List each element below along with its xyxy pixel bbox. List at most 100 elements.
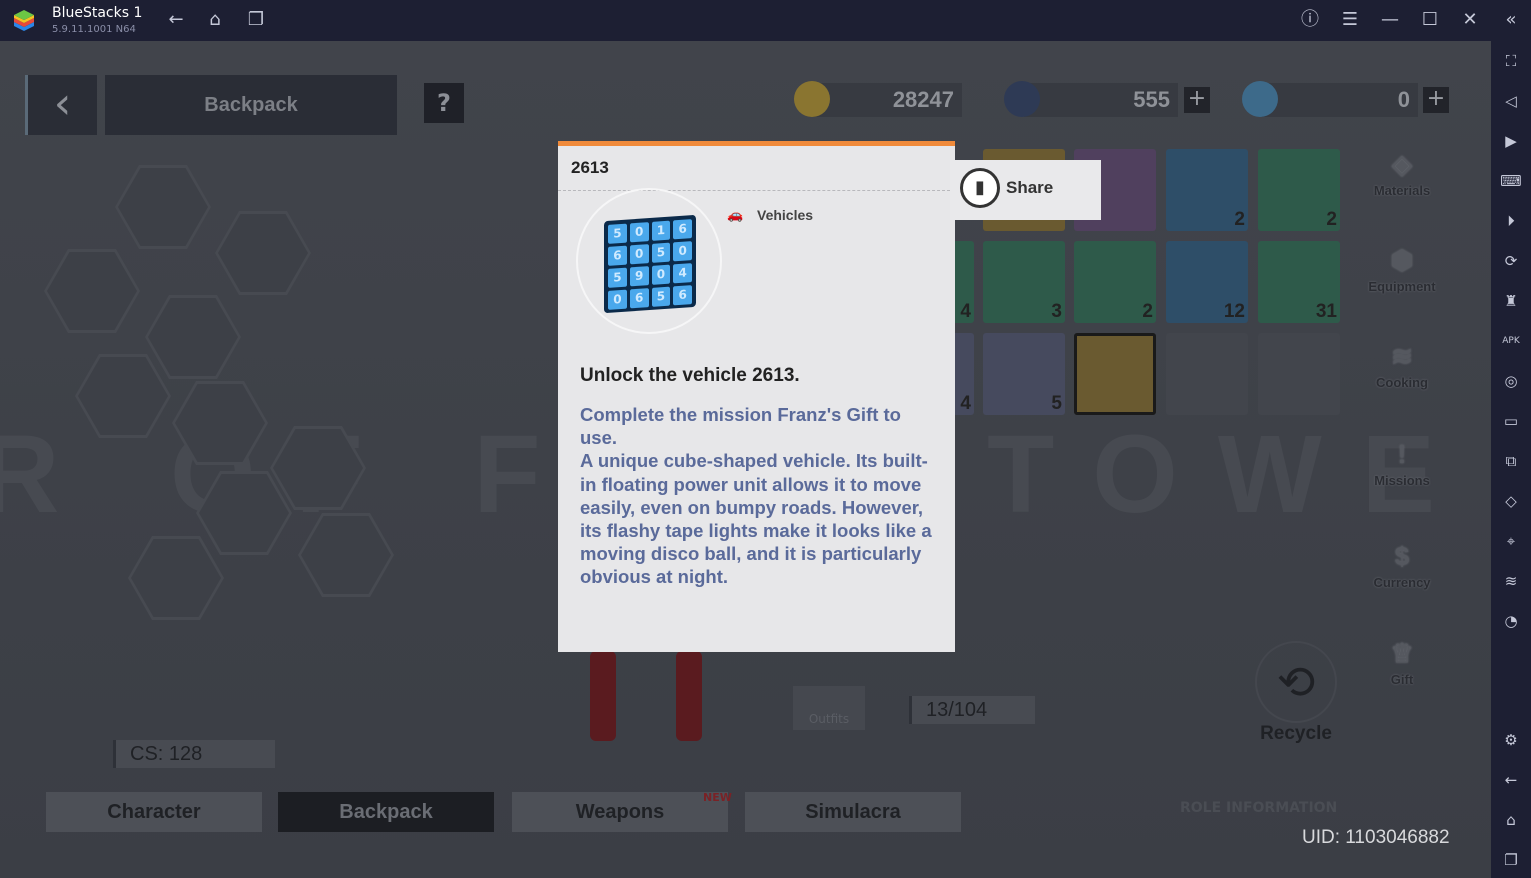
inventory-slot-empty (1258, 333, 1340, 415)
inventory-item[interactable]: 2 (1258, 149, 1340, 231)
hex-slot[interactable] (215, 211, 311, 295)
layers-icon[interactable]: ≋ (1499, 569, 1523, 593)
minimize-icon[interactable]: — (1378, 8, 1402, 32)
recycle-icon: ⟲ (1255, 641, 1337, 723)
back-arrow-icon[interactable]: ← (164, 8, 188, 32)
home-icon[interactable]: ⌂ (203, 8, 227, 32)
menu-materials[interactable]: ◈ Materials (1360, 149, 1444, 198)
cube-digit: 1 (651, 220, 671, 241)
add-crystals-button[interactable]: + (1423, 87, 1449, 113)
cube-digit: 6 (629, 288, 649, 309)
cube-digit: 9 (629, 266, 649, 287)
gamepad-icon[interactable]: ♜ (1499, 289, 1523, 313)
new-badge: NEW (703, 791, 732, 804)
cube-digit: 5 (608, 223, 627, 244)
outfits-button[interactable]: Outfits (793, 686, 865, 730)
back-icon[interactable]: ← (1499, 768, 1523, 792)
macro-icon[interactable]: ⏵ (1499, 209, 1523, 233)
collapse-sidebar-icon[interactable]: « (1499, 8, 1523, 32)
inventory-item[interactable]: 2 (1166, 149, 1248, 231)
dark-crystal-icon (1004, 81, 1040, 117)
multi-window-icon[interactable]: ⧉ (1499, 449, 1523, 473)
item-category: Vehicles (757, 207, 814, 223)
cube-digit: 0 (629, 244, 649, 265)
item-description: Complete the mission Franz's Gift to use… (580, 404, 932, 588)
folder-icon[interactable]: ▭ (1499, 409, 1523, 433)
share-button[interactable]: ▮ Share (950, 160, 1101, 220)
gem-count: 555 (1024, 83, 1178, 117)
multi-instance-icon[interactable]: ❐ (244, 8, 268, 32)
close-icon[interactable]: ✕ (1458, 8, 1482, 32)
fullscreen-icon[interactable]: ⛶ (1499, 49, 1523, 73)
cube-digit: 6 (673, 219, 692, 240)
back-button[interactable]: ‹ (25, 75, 97, 135)
inventory-item-selected[interactable] (1074, 333, 1156, 415)
item-headline: Unlock the vehicle 2613. (580, 365, 800, 386)
cs-display: CS: 128 (113, 740, 275, 768)
menu-equipment[interactable]: ⬢ Equipment (1360, 245, 1444, 294)
cube-vehicle-icon: 5016605059040656 (604, 214, 696, 314)
tab-weapons[interactable]: Weapons (512, 792, 728, 832)
cube-digit: 6 (673, 285, 692, 306)
crystal-count: 0 (1262, 83, 1418, 117)
tab-character[interactable]: Character (46, 792, 262, 832)
menu-icon[interactable]: ☰ (1338, 8, 1362, 32)
volume-icon[interactable]: ◁ (1499, 89, 1523, 113)
settings-icon[interactable]: ⚙ (1499, 728, 1523, 752)
app-version: 5.9.11.1001 N64 (52, 24, 136, 35)
tab-backpack[interactable]: Backpack (278, 792, 494, 832)
hex-slot[interactable] (128, 536, 224, 620)
share-icon: ▮ (960, 168, 1000, 208)
hex-slot[interactable] (115, 165, 211, 249)
inventory-item[interactable]: 5 (983, 333, 1065, 415)
blue-crystal-icon (1242, 81, 1278, 117)
page-title: Backpack (105, 75, 397, 135)
bluestacks-logo-icon (10, 8, 38, 34)
home-icon[interactable]: ⌂ (1499, 808, 1523, 832)
hex-slot[interactable] (145, 295, 241, 379)
location-icon[interactable]: ⌖ (1499, 529, 1523, 553)
keyboard-icon[interactable]: ⌨ (1499, 169, 1523, 193)
role-information-link[interactable]: ROLE INFORMATION (1180, 800, 1337, 816)
cube-digit: 0 (651, 264, 671, 285)
item-detail-popup: 2613 5016605059040656 🚗 Vehicles Unlock … (558, 141, 955, 652)
recent-apps-icon[interactable]: ❐ (1499, 848, 1523, 872)
media-icon[interactable]: ▶ (1499, 129, 1523, 153)
apk-icon[interactable]: APK (1499, 329, 1523, 353)
gold-count: 28247 (812, 83, 962, 117)
help-button[interactable]: ? (424, 83, 464, 123)
cube-digit: 0 (629, 222, 649, 243)
steam-icon: ≋ (1391, 341, 1413, 371)
character-leg (590, 651, 616, 741)
help-icon[interactable]: ⓘ (1298, 8, 1322, 32)
menu-missions[interactable]: ! Missions (1360, 439, 1444, 488)
rotate-icon[interactable]: ⟳ (1499, 249, 1523, 273)
menu-cooking[interactable]: ≋ Cooking (1360, 341, 1444, 390)
item-name: 2613 (571, 158, 609, 177)
character-leg (676, 651, 702, 741)
performance-icon[interactable]: ◔ (1499, 609, 1523, 633)
cube-digit: 0 (608, 289, 627, 310)
bluestacks-sidebar: ⛶ ◁ ▶ ⌨ ⏵ ⟳ ♜ APK ◎ ▭ ⧉ ◇ ⌖ ≋ ◔ ⚙ ← ⌂ ❐ (1491, 41, 1531, 878)
add-gems-button[interactable]: + (1184, 87, 1210, 113)
alert-icon: ! (1397, 439, 1407, 469)
divider (558, 190, 955, 191)
vehicle-icon: 🚗 (727, 208, 744, 223)
app-title: BlueStacks 1 (52, 5, 143, 21)
maximize-icon[interactable]: ☐ (1418, 8, 1442, 32)
inventory-item[interactable]: 12 (1166, 241, 1248, 323)
tab-simulacra[interactable]: Simulacra (745, 792, 961, 832)
inventory-item[interactable]: 3 (983, 241, 1065, 323)
eraser-icon[interactable]: ◇ (1499, 489, 1523, 513)
menu-gift[interactable]: ♕ Gift (1360, 638, 1444, 687)
inventory-slot-empty (1166, 333, 1248, 415)
hex-slot[interactable] (44, 249, 140, 333)
recycle-button[interactable]: ⟲ Recycle (1252, 641, 1340, 744)
cube-digit: 4 (673, 263, 692, 284)
cube-digit: 0 (673, 241, 692, 262)
inventory-item[interactable]: 31 (1258, 241, 1340, 323)
menu-currency[interactable]: $ Currency (1360, 541, 1444, 590)
screenshot-icon[interactable]: ◎ (1499, 369, 1523, 393)
inventory-item[interactable]: 2 (1074, 241, 1156, 323)
cube-digit: 5 (651, 242, 671, 263)
